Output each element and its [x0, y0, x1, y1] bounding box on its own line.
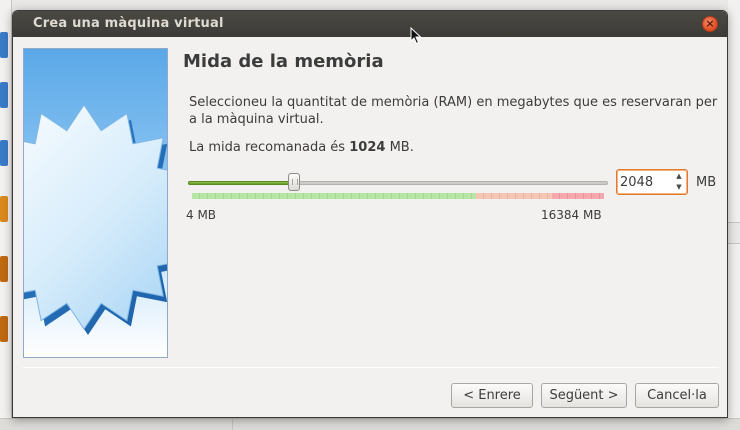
dialog-title: Crea una màquina virtual: [33, 16, 224, 31]
spin-down-icon[interactable]: ▼: [673, 182, 685, 193]
vm-icon: [0, 82, 8, 108]
slider-handle[interactable]: [288, 173, 300, 191]
slider-min-label: 4 MB: [186, 208, 217, 222]
recommended-prefix: La mida recomanada és: [189, 140, 346, 155]
gear-icon: [24, 104, 167, 335]
page-description: Seleccioneu la quantitat de memòria (RAM…: [189, 95, 718, 127]
memory-input[interactable]: [620, 173, 670, 191]
vm-icon: [0, 140, 8, 166]
create-vm-dialog: Crea una màquina virtual × Mida de la me…: [12, 10, 728, 418]
close-icon[interactable]: ×: [702, 16, 718, 32]
page-title: Mida de la memòria: [183, 51, 384, 72]
memory-zone-orange: [476, 193, 553, 199]
vm-icon: [0, 316, 8, 342]
background-window-bottom: [0, 418, 740, 430]
recommended-suffix: MB.: [389, 140, 414, 155]
button-separator: [23, 367, 719, 368]
background-tab: [728, 222, 740, 244]
memory-zones: [192, 193, 604, 199]
back-button[interactable]: < Enrere: [451, 383, 533, 408]
spin-up-icon[interactable]: ▲: [673, 171, 685, 182]
background-window-right: [728, 0, 740, 430]
memory-slider[interactable]: [188, 171, 608, 201]
vm-icon: [0, 32, 8, 58]
title-bar[interactable]: Crea una màquina virtual ×: [13, 11, 727, 37]
vm-icon: [0, 196, 8, 222]
wizard-illustration: [23, 48, 168, 358]
memory-zone-red: [552, 193, 604, 199]
slider-fill: [188, 181, 294, 185]
memory-spinbox[interactable]: ▲ ▼: [616, 169, 688, 195]
background-window-left: [0, 0, 12, 430]
next-button[interactable]: Següent >: [541, 383, 627, 408]
memory-unit-label: MB: [696, 175, 717, 190]
mouse-cursor-icon: [410, 27, 422, 45]
slider-max-label: 16384 MB: [541, 208, 602, 222]
cancel-button[interactable]: Cancel·la: [635, 383, 719, 408]
memory-zone-green: [192, 193, 477, 199]
recommended-value: 1024: [349, 140, 386, 155]
recommended-size-text: La mida recomanada és 1024 MB.: [189, 140, 414, 155]
vm-icon: [0, 256, 8, 282]
